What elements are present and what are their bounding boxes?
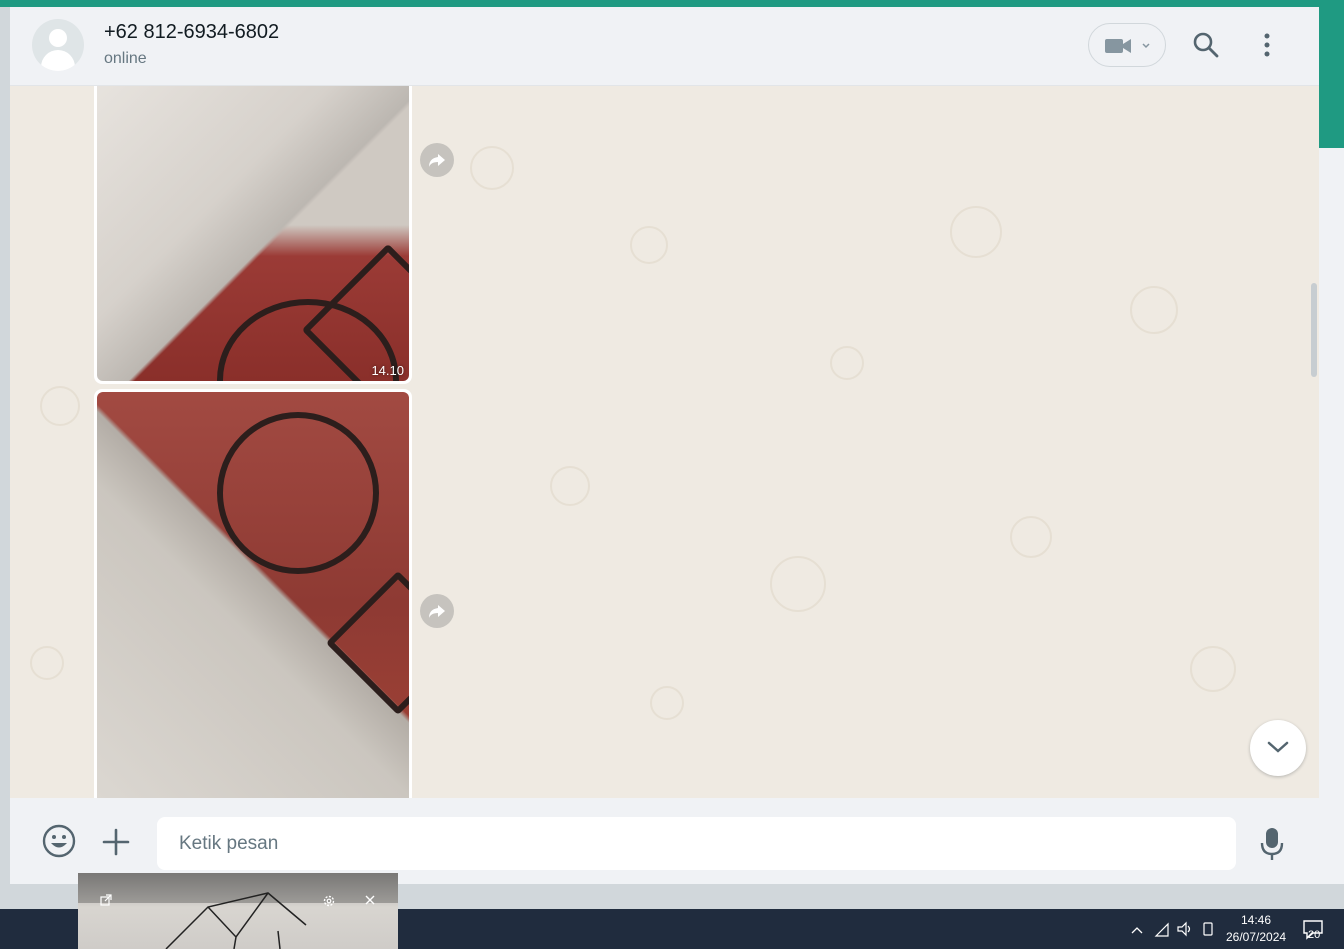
close-icon[interactable] [365, 895, 375, 905]
clock-date: 26/07/2024 [1226, 930, 1287, 944]
settings-icon[interactable] [322, 894, 336, 908]
taskbar-preview[interactable] [78, 873, 398, 949]
clock-time: 14:46 [1240, 913, 1272, 927]
open-external-icon[interactable] [100, 894, 112, 906]
forward-icon[interactable] [420, 143, 454, 177]
image-message[interactable] [94, 389, 412, 798]
contact-name[interactable]: +62 812-6934-6802 [104, 21, 279, 44]
scroll-to-bottom-button[interactable] [1250, 720, 1306, 776]
chevron-up-icon[interactable] [1129, 909, 1145, 949]
wifi-icon[interactable] [1153, 909, 1171, 949]
notification-count: 20 [1308, 929, 1321, 941]
attach-icon[interactable] [102, 828, 130, 856]
video-call-icon [1105, 39, 1150, 53]
preview-sketch [165, 892, 307, 949]
battery-icon[interactable] [1201, 909, 1215, 949]
mic-icon[interactable] [1260, 827, 1284, 861]
message-input[interactable] [157, 817, 1236, 870]
scroll-down-icon [1267, 741, 1289, 753]
forward-icon[interactable] [420, 594, 454, 628]
menu-icon[interactable] [1263, 32, 1271, 58]
message-photo[interactable] [97, 86, 409, 381]
chat-header[interactable]: +62 812-6934-6802 online [10, 7, 1319, 86]
message-list[interactable]: 14.10 [10, 86, 1319, 798]
window-edge [1311, 7, 1344, 884]
emoji-icon[interactable] [42, 824, 76, 858]
volume-icon[interactable] [1176, 909, 1194, 949]
composer [10, 798, 1319, 884]
scrollbar[interactable] [1311, 283, 1317, 377]
image-message[interactable]: 14.10 [94, 86, 412, 384]
contact-status: online [104, 50, 147, 67]
avatar[interactable] [32, 19, 84, 71]
clock[interactable]: 14:46 26/07/2024 [1226, 912, 1286, 946]
message-photo[interactable] [97, 392, 409, 798]
video-call-button[interactable] [1088, 23, 1166, 67]
chat-window: +62 812-6934-6802 online 14.10 Ketik pes… [10, 7, 1319, 884]
search-icon[interactable] [1193, 32, 1219, 58]
message-time: 14.10 [371, 363, 404, 378]
window-accent-bar [0, 0, 1344, 7]
